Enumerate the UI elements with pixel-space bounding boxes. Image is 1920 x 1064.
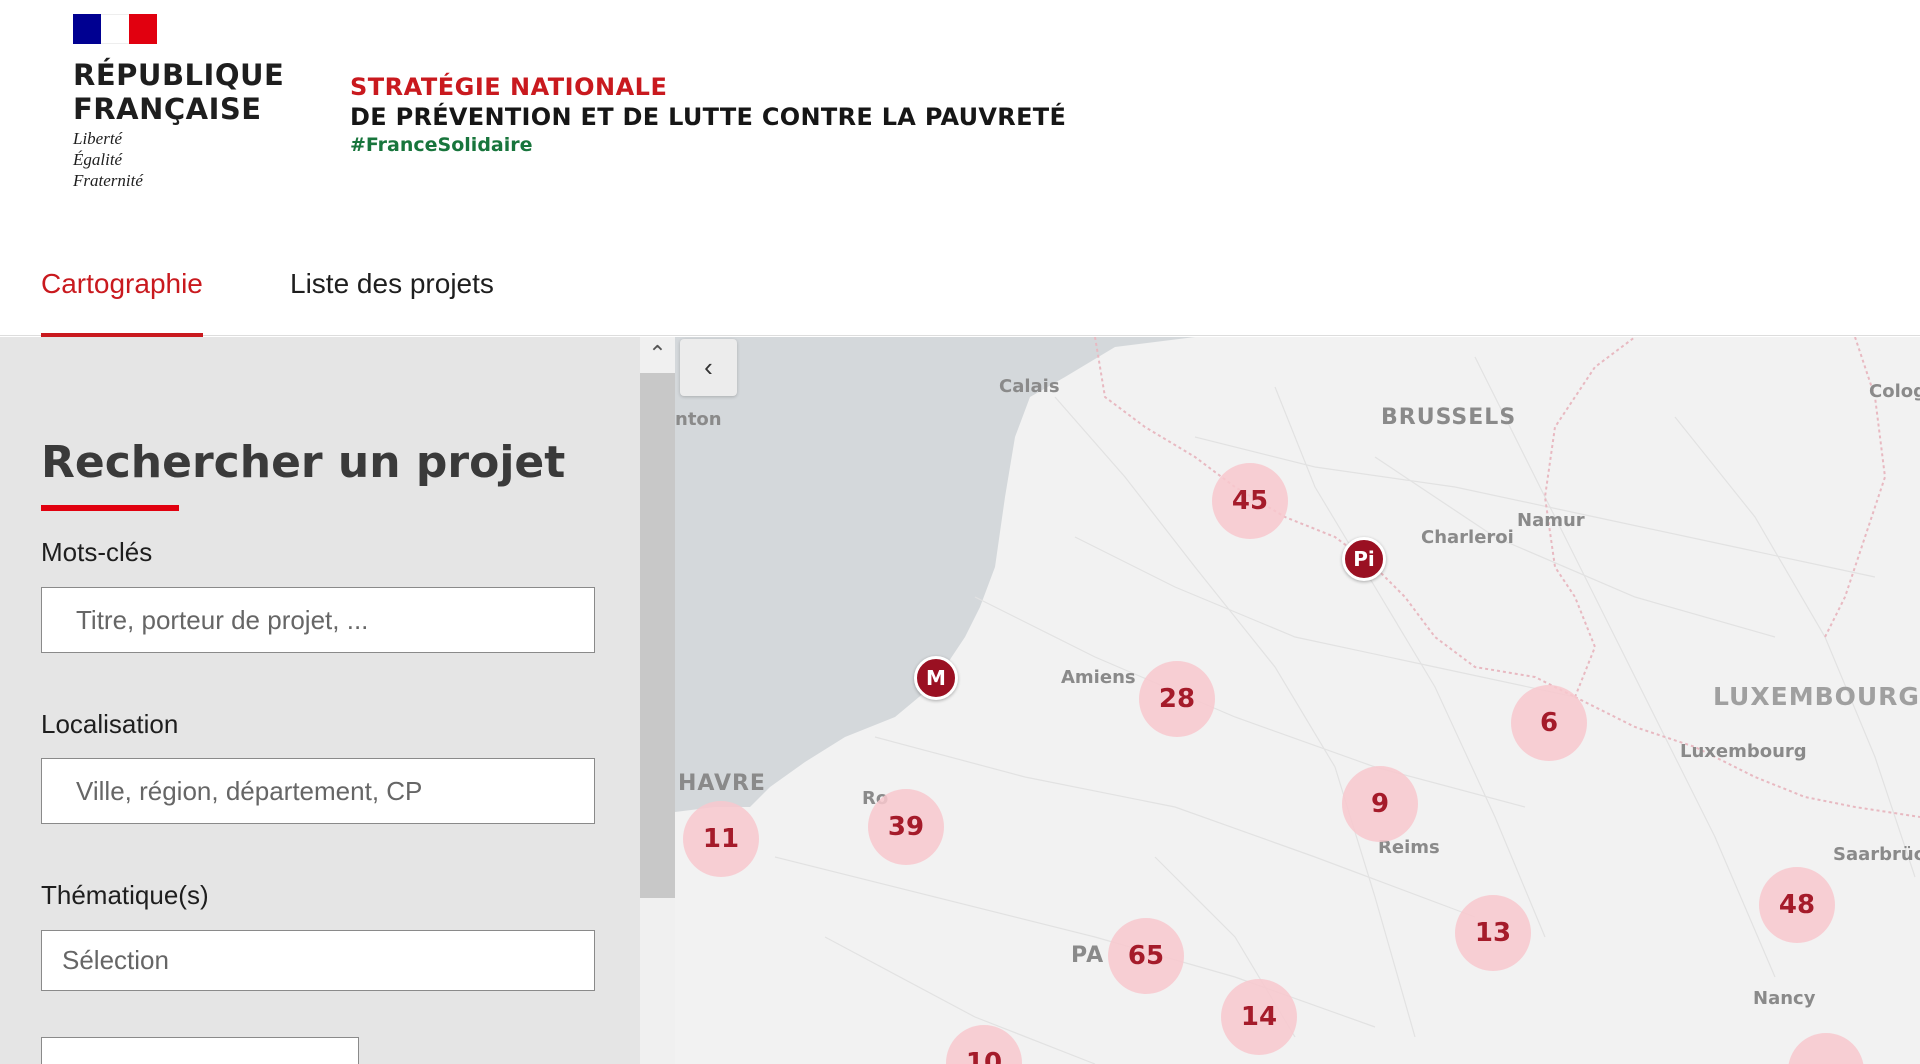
cluster-marker[interactable]: 14 — [1221, 979, 1297, 1055]
title-underline — [41, 505, 179, 511]
logo-title-line1: RÉPUBLIQUE — [73, 58, 285, 92]
next-filter-field[interactable] — [41, 1037, 359, 1064]
city-label-paris: PA — [1071, 943, 1105, 968]
motto-fraternite: Fraternité — [73, 171, 143, 190]
marianne-flag-logo[interactable] — [73, 14, 157, 44]
site-header: RÉPUBLIQUE FRANÇAISE Liberté Égalité Fra… — [0, 0, 1920, 236]
logo-title-line2: FRANÇAISE — [73, 92, 262, 126]
theme-select[interactable]: Sélection — [41, 930, 595, 991]
city-label-luxembourg: Luxembourg — [1680, 741, 1807, 762]
city-label-calais: Calais — [999, 376, 1060, 397]
city-label-havre: HAVRE — [678, 771, 766, 796]
project-pin-marker[interactable]: M — [914, 656, 958, 700]
flag-red-band — [129, 14, 157, 44]
republique-francaise-title[interactable]: RÉPUBLIQUE FRANÇAISE — [73, 58, 293, 126]
main-nav: Cartographie Liste des projets — [0, 236, 1920, 337]
city-label-nton: nton — [675, 409, 722, 430]
city-label-charleroi: Charleroi — [1421, 527, 1514, 548]
country-label-luxembourg: LUXEMBOURG — [1713, 682, 1920, 711]
sidebar-scrollbar[interactable]: ⌃ — [640, 337, 675, 1064]
motto-liberte: Liberté — [73, 129, 123, 148]
cluster-marker[interactable]: 11 — [683, 801, 759, 877]
hashtag: #FranceSolidaire — [350, 134, 533, 156]
cluster-marker[interactable]: 28 — [1139, 661, 1215, 737]
city-label-brussels: BRUSSELS — [1381, 405, 1517, 430]
tab-cartographie[interactable]: Cartographie — [41, 268, 203, 337]
city-label-colog: Colog — [1869, 381, 1920, 402]
cluster-marker[interactable]: 45 — [1212, 463, 1288, 539]
scroll-up-icon[interactable]: ⌃ — [640, 337, 675, 371]
cluster-marker[interactable]: 9 — [1342, 766, 1418, 842]
city-label-amiens: Amiens — [1061, 667, 1136, 688]
cluster-marker[interactable]: 13 — [1455, 895, 1531, 971]
tab-liste-des-projets[interactable]: Liste des projets — [290, 268, 494, 336]
cluster-marker[interactable]: 48 — [1759, 867, 1835, 943]
location-input[interactable] — [41, 758, 595, 824]
theme-label: Thématique(s) — [41, 880, 209, 910]
cluster-marker[interactable]: 39 — [868, 789, 944, 865]
strategy-title-block[interactable]: STRATÉGIE NATIONALE DE PRÉVENTION ET DE … — [350, 72, 1066, 158]
keywords-input[interactable] — [41, 587, 595, 653]
strategy-title: STRATÉGIE NATIONALE — [350, 73, 668, 101]
chevron-left-icon[interactable]: ‹ — [680, 339, 737, 396]
cluster-marker[interactable]: 6 — [1511, 685, 1587, 761]
city-label-nancy: Nancy — [1753, 988, 1816, 1009]
cluster-marker[interactable]: 65 — [1108, 918, 1184, 994]
strategy-subtitle: DE PRÉVENTION ET DE LUTTE CONTRE LA PAUV… — [350, 103, 1067, 131]
republic-motto: Liberté Égalité Fraternité — [73, 128, 193, 191]
city-label-namur: Namur — [1517, 510, 1585, 531]
city-label-saarbruc: Saarbrüc — [1833, 844, 1920, 865]
flag-white-band — [101, 14, 129, 44]
keywords-label: Mots-clés — [41, 537, 153, 567]
location-label: Localisation — [41, 709, 179, 739]
scrollbar-thumb[interactable] — [640, 373, 675, 898]
project-pin-marker[interactable]: Pi — [1342, 537, 1386, 581]
flag-blue-band — [73, 14, 101, 44]
search-sidebar: Rechercher un projet Mots-clés Localisat… — [0, 337, 675, 1064]
map-view[interactable]: nton Calais BRUSSELS Namur Charleroi Ami… — [675, 337, 1920, 1064]
search-panel-title: Rechercher un projet — [41, 437, 566, 488]
motto-egalite: Égalité — [73, 150, 123, 169]
